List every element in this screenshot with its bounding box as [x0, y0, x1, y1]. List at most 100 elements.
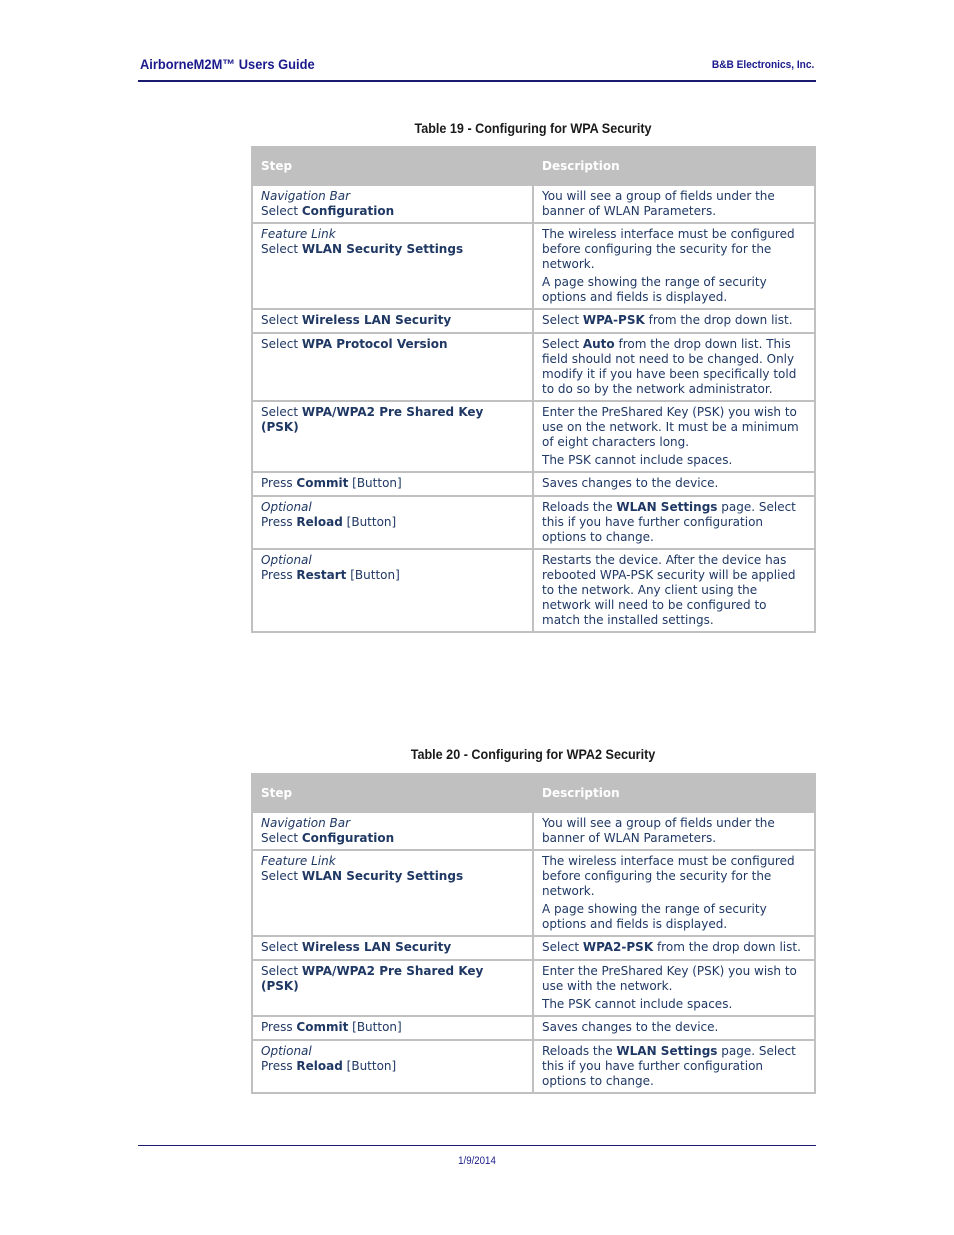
table-row: Select WPA Protocol Version Select Auto f… [253, 332, 814, 400]
description-cell: Enter the PreShared Key (PSK) you wish t… [534, 400, 814, 471]
step-target: Wireless LAN Security [301, 313, 452, 327]
step-suffix: [Button] [348, 1020, 402, 1034]
table-row: Feature Link Select WLAN Security Setting… [253, 849, 814, 935]
step-action: Select Wireless LAN Security [261, 313, 524, 328]
table-row: Navigation Bar Select Configuration You wi… [253, 184, 814, 222]
table-header-row: Step Description [253, 148, 814, 184]
description-paragraph: Reloads the WLAN Settings page. Select t… [542, 500, 806, 545]
table-20-caption: Table 20 - Configuring for WPA2 Security [410, 746, 656, 762]
description-text: Select [542, 940, 583, 954]
table-body: Navigation Bar Select Configuration You wi… [253, 811, 814, 1092]
table-header-row: Step Description [253, 775, 814, 811]
table-row: Select WPA/WPA2 Pre Shared Key (PSK) Ente… [253, 959, 814, 1015]
step-verb: Select [261, 869, 302, 883]
description-paragraph: You will see a group of fields under the… [542, 189, 806, 219]
description-cell: The wireless interface must be configure… [534, 222, 814, 308]
description-text: Reloads the [542, 1044, 617, 1058]
description-cell: Restarts the device. After the device ha… [534, 548, 814, 631]
column-header-description: Description [534, 775, 814, 811]
step-action: Select WLAN Security Settings [261, 869, 524, 884]
step-verb: Press [261, 476, 297, 490]
step-verb: Select [261, 337, 302, 351]
description-paragraph: The PSK cannot include spaces. [542, 453, 806, 468]
step-verb: Press [261, 515, 297, 529]
step-suffix: [Button] [342, 1059, 397, 1073]
step-verb: Select [261, 242, 302, 256]
step-cell: Optional Press Restart [Button] [253, 548, 534, 631]
step-action: Press Restart [Button] [261, 568, 524, 583]
step-cell: Feature Link Select WLAN Security Setting… [253, 222, 534, 308]
step-verb: Select [261, 964, 302, 978]
step-verb: Select [261, 831, 302, 845]
step-target: Reload [296, 515, 343, 529]
step-cell: Select Wireless LAN Security [253, 308, 534, 332]
description-text: Select [542, 337, 583, 351]
step-target: WLAN Security Settings [301, 869, 464, 883]
description-cell: You will see a group of fields under the… [534, 184, 814, 222]
description-paragraph: Select WPA-PSK from the drop down list. [542, 313, 806, 328]
description-paragraph: A page showing the range of security opt… [542, 902, 806, 932]
step-action: Select WPA/WPA2 Pre Shared Key (PSK) [261, 405, 524, 435]
step-target: Reload [296, 1059, 343, 1073]
step-context: Optional [261, 500, 312, 514]
table-row: Press Commit [Button] Saves changes to th… [253, 471, 814, 495]
step-target: Commit [296, 1020, 349, 1034]
description-cell: Saves changes to the device. [534, 1015, 814, 1039]
description-cell: Reloads the WLAN Settings page. Select t… [534, 495, 814, 548]
step-context: Feature Link [261, 854, 336, 868]
description-text: The wireless interface must be configure… [542, 854, 795, 898]
description-text: The wireless interface must be configure… [542, 227, 795, 271]
table-row: Navigation Bar Select Configuration You wi… [253, 811, 814, 849]
table-row: Press Commit [Button] Saves changes to th… [253, 1015, 814, 1039]
step-action: Select WLAN Security Settings [261, 242, 524, 257]
step-target: Commit [296, 476, 349, 490]
description-text: Restarts the device. After the device ha… [542, 553, 796, 627]
step-context: Optional [261, 1044, 312, 1058]
step-cell: Press Commit [Button] [253, 1015, 534, 1039]
description-text: Select [542, 313, 583, 327]
company-name: B&B Electronics, Inc. [711, 59, 814, 71]
step-context: Feature Link [261, 227, 336, 241]
table-row: Select Wireless LAN Security Select WPA2-… [253, 935, 814, 959]
step-verb: Press [261, 1059, 297, 1073]
description-paragraph: Select Auto from the drop down list. Thi… [542, 337, 806, 397]
step-context: Navigation Bar [261, 189, 351, 203]
step-target: Restart [296, 568, 347, 582]
page-header: AirborneM2M™ Users Guide B&B Electronics… [138, 56, 816, 82]
description-paragraph: Enter the PreShared Key (PSK) you wish t… [542, 964, 806, 994]
description-text-tail: from the drop down list. [653, 940, 801, 954]
step-cell: Navigation Bar Select Configuration [253, 811, 534, 849]
table-row: Select Wireless LAN Security Select WPA-P… [253, 308, 814, 332]
table-row: Optional Press Reload [Button] Reloads the… [253, 1039, 814, 1092]
description-text: Enter the PreShared Key (PSK) you wish t… [542, 964, 797, 993]
document-title: AirborneM2M™ Users Guide [140, 56, 315, 72]
table-row: Optional Press Restart [Button] Restarts t… [253, 548, 814, 631]
description-paragraph: Select WPA2-PSK from the drop down list. [542, 940, 806, 955]
description-paragraph: Saves changes to the device. [542, 476, 806, 491]
step-cell: Optional Press Reload [Button] [253, 1039, 534, 1092]
step-suffix: [Button] [346, 568, 400, 582]
step-action: Select Configuration [261, 204, 524, 219]
step-cell: Feature Link Select WLAN Security Setting… [253, 849, 534, 935]
description-paragraph: The wireless interface must be configure… [542, 854, 806, 899]
column-header-description: Description [534, 148, 814, 184]
description-text: Reloads the [542, 500, 617, 514]
description-paragraph: A page showing the range of security opt… [542, 275, 806, 305]
footer-date: 1/9/2014 [458, 1155, 496, 1167]
step-cell: Optional Press Reload [Button] [253, 495, 534, 548]
description-cell: Enter the PreShared Key (PSK) you wish t… [534, 959, 814, 1015]
step-action: Select WPA Protocol Version [261, 337, 524, 352]
step-verb: Select [261, 313, 302, 327]
table-row: Select WPA/WPA2 Pre Shared Key (PSK) Ente… [253, 400, 814, 471]
step-action: Press Commit [Button] [261, 476, 524, 491]
step-action: Select Configuration [261, 831, 524, 846]
table-20-wpa2-security: Step Description Navigation Bar Select Co… [251, 773, 816, 1094]
description-cell: Select WPA-PSK from the drop down list. [534, 308, 814, 332]
step-context: Optional [261, 553, 312, 567]
column-header-step: Step [253, 148, 534, 184]
description-text: You will see a group of fields under the… [542, 816, 775, 845]
step-target: Configuration [301, 831, 395, 845]
step-cell: Press Commit [Button] [253, 471, 534, 495]
description-highlight: WPA2-PSK [582, 940, 654, 954]
step-suffix: [Button] [342, 515, 397, 529]
